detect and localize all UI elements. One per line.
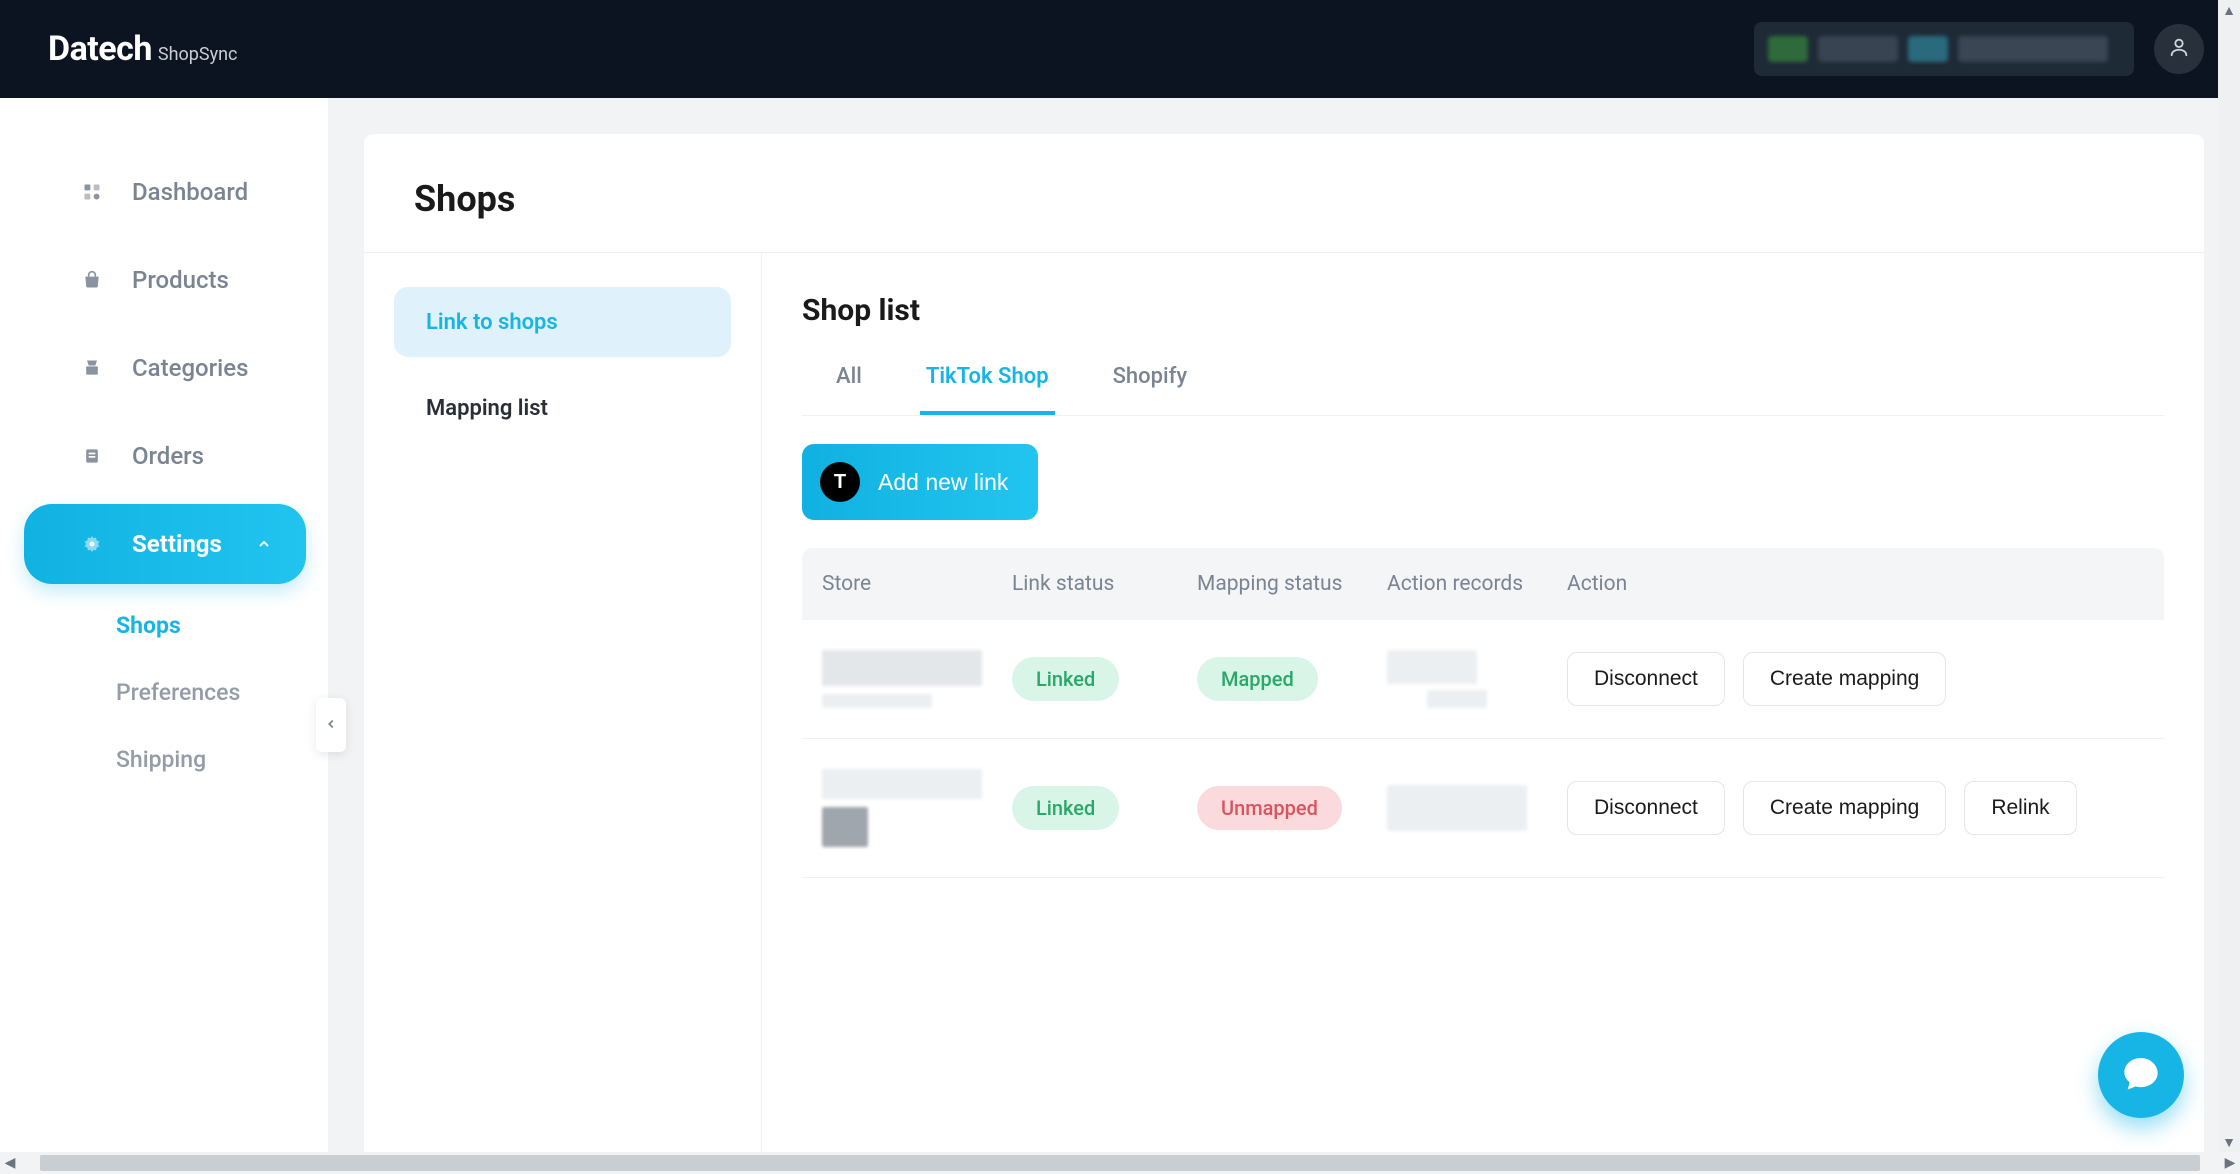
brand: Datech ShopSync (48, 29, 237, 69)
create-mapping-button[interactable]: Create mapping (1743, 781, 1946, 835)
sidebar-item-label: Settings (132, 530, 222, 558)
scroll-left-icon: ◀ (0, 1153, 20, 1173)
table-header: Store Link status Mapping status Action … (802, 548, 2164, 620)
disconnect-button[interactable]: Disconnect (1567, 652, 1725, 706)
side-tab-mapping-list[interactable]: Mapping list (394, 367, 731, 437)
products-icon (80, 268, 104, 292)
subnav-label: Shops (116, 612, 181, 639)
tab-label: TikTok Shop (926, 364, 1049, 389)
settings-subnav: Shops Preferences Shipping (0, 592, 328, 793)
subnav-preferences[interactable]: Preferences (116, 659, 328, 726)
categories-icon (80, 356, 104, 380)
chat-fab[interactable] (2098, 1032, 2184, 1118)
side-tab-label: Link to shops (426, 310, 558, 335)
side-tab-label: Mapping list (426, 396, 548, 421)
add-new-link-button[interactable]: T Add new link (802, 444, 1038, 520)
store-selector[interactable] (1754, 22, 2134, 76)
action-records-cell (1387, 650, 1567, 708)
tab-all[interactable]: All (830, 352, 868, 415)
brand-main: Datech (48, 29, 152, 69)
chevron-left-icon (324, 716, 338, 735)
col-store: Store (822, 572, 1012, 596)
sidebar-item-label: Categories (132, 354, 248, 382)
status-badge-unmapped: Unmapped (1197, 786, 1342, 830)
content-card: Shops Link to shops Mapping list Shop li… (364, 134, 2204, 1174)
table-row: Linked Mapped Disconnect (802, 620, 2164, 739)
sidebar-item-settings[interactable]: Settings (24, 504, 306, 584)
mapping-status-cell: Unmapped (1197, 786, 1387, 830)
sidebar-item-orders[interactable]: Orders (24, 416, 306, 496)
store-cell (822, 769, 1012, 847)
section-title: Shop list (802, 293, 2164, 328)
tiktok-badge-icon: T (820, 462, 860, 502)
col-action: Action (1567, 572, 2144, 596)
tab-tiktok-shop[interactable]: TikTok Shop (920, 352, 1055, 415)
add-button-label: Add new link (878, 469, 1008, 496)
shop-list-panel: Shop list All TikTok Shop Shopify (762, 253, 2204, 1174)
sidebar-collapse-toggle[interactable] (316, 698, 346, 752)
topbar-right (1754, 22, 2204, 76)
disconnect-button[interactable]: Disconnect (1567, 781, 1725, 835)
subnav-shops[interactable]: Shops (116, 592, 328, 659)
relink-button[interactable]: Relink (1964, 781, 2076, 835)
status-badge-linked: Linked (1012, 786, 1119, 830)
sidebar-item-dashboard[interactable]: Dashboard (24, 152, 306, 232)
col-action-records: Action records (1387, 572, 1567, 596)
action-records-cell (1387, 785, 1567, 831)
tab-label: Shopify (1113, 364, 1188, 389)
subnav-label: Preferences (116, 679, 240, 706)
vertical-scrollbar[interactable]: ▲ ▼ (2218, 0, 2240, 1152)
subnav-label: Shipping (116, 746, 206, 773)
user-icon (2168, 36, 2190, 62)
chat-icon (2121, 1053, 2161, 1097)
subnav-shipping[interactable]: Shipping (116, 726, 328, 793)
horizontal-scrollbar[interactable]: ◀ ▶ (0, 1152, 2240, 1174)
side-tab-link-to-shops[interactable]: Link to shops (394, 287, 731, 357)
col-link-status: Link status (1012, 572, 1197, 596)
brand-sub: ShopSync (158, 44, 238, 65)
settings-icon (80, 532, 104, 556)
scroll-up-icon: ▲ (2219, 0, 2239, 20)
action-cell: Disconnect Create mapping Relink (1567, 781, 2144, 835)
link-status-cell: Linked (1012, 657, 1197, 701)
scroll-down-icon: ▼ (2219, 1132, 2239, 1152)
profile-button[interactable] (2154, 24, 2204, 74)
main-area: Shops Link to shops Mapping list Shop li… (328, 98, 2240, 1174)
action-cell: Disconnect Create mapping (1567, 652, 2144, 706)
topbar: Datech ShopSync (0, 0, 2240, 98)
store-cell (822, 650, 1012, 708)
table-row: Linked Unmapped Disconnect (802, 739, 2164, 878)
sidebar-item-products[interactable]: Products (24, 240, 306, 320)
mapping-status-cell: Mapped (1197, 657, 1387, 701)
status-badge-mapped: Mapped (1197, 657, 1318, 701)
page-side-tabs: Link to shops Mapping list (364, 253, 762, 1174)
sidebar-item-label: Dashboard (132, 178, 248, 206)
tab-label: All (836, 364, 862, 389)
sidebar-item-label: Products (132, 266, 229, 294)
sidebar: Dashboard Products Categories Orders (0, 98, 328, 1174)
shop-tabs: All TikTok Shop Shopify (802, 352, 2164, 416)
sidebar-item-categories[interactable]: Categories (24, 328, 306, 408)
sidebar-item-label: Orders (132, 442, 204, 470)
page-title: Shops (364, 134, 2204, 253)
tab-shopify[interactable]: Shopify (1107, 352, 1194, 415)
link-status-cell: Linked (1012, 786, 1197, 830)
orders-icon (80, 444, 104, 468)
shop-table: Store Link status Mapping status Action … (802, 548, 2164, 878)
scroll-right-icon: ▶ (2220, 1153, 2240, 1173)
chevron-up-icon (256, 530, 272, 558)
create-mapping-button[interactable]: Create mapping (1743, 652, 1946, 706)
col-mapping-status: Mapping status (1197, 572, 1387, 596)
dashboard-icon (80, 180, 104, 204)
status-badge-linked: Linked (1012, 657, 1119, 701)
